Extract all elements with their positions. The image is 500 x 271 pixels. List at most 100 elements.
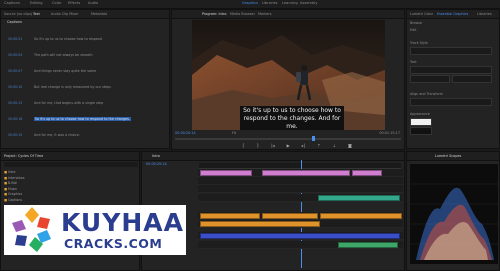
caption-timecode: 00:00:01 [8,37,23,41]
caption-text[interactable]: The path will not always be smooth [34,53,93,57]
lift-icon[interactable]: ⇡ [317,143,320,149]
caption-timecode: 00:00:13 [8,101,23,105]
caption-timecode: 00:00:16 [8,117,23,121]
tab-source[interactable]: Source (no clips) [4,12,32,16]
captions-subtab[interactable]: Captions [7,20,22,24]
caption-row-selected[interactable]: 00:00:16 So it's up to us to choose how … [4,116,166,129]
logo-mark-icon [12,207,51,252]
tab-metadata[interactable]: Metadata [91,12,107,16]
caption-row[interactable]: 00:00:07 And things never stay quite the… [4,68,166,81]
scrub-bar[interactable] [175,138,401,140]
tab-lumetri-color[interactable]: Lumetri Color [410,12,433,16]
mark-in-icon[interactable]: { [242,143,245,149]
menu-libraries[interactable]: Libraries [262,1,278,5]
appearance-label: Appearance [410,112,430,116]
video-clip[interactable] [200,213,260,219]
menu-audio[interactable]: Audio [88,1,98,5]
caption-timecode: 00:00:04 [8,53,23,57]
project-search[interactable] [4,162,138,167]
caption-clip[interactable] [262,170,350,176]
tab-essential-graphics[interactable]: Essential Graphics [437,12,468,16]
watermark-title: KUYHAA [61,208,184,237]
track-style-dropdown[interactable] [410,47,492,55]
caption-line-1: So it's up to us to choose how to [243,107,341,114]
watermark-subtitle: CRACKS.COM [64,236,163,251]
caption-timecode: 00:00:10 [8,85,23,89]
timeline-timecode[interactable]: 00:00:20:14 [146,162,167,166]
caption-timecode: 00:00:19 [8,133,23,137]
menu-editing[interactable]: Editing [30,1,43,5]
caption-overlay[interactable]: So it's up to us to choose how to respon… [240,106,344,130]
right-panel-tabs: Lumetri Color Essential Graphics Librari… [407,10,499,19]
menu-effects[interactable]: Effects [68,1,80,5]
fill-swatch[interactable] [410,118,432,126]
tab-project[interactable]: Project: Cycles Of Time [4,154,43,158]
waveform-scope [410,164,498,264]
tab-lumetri-scopes[interactable]: Lumetri Scopes [435,154,461,158]
caption-text[interactable]: And for me, that begins with a single st… [34,101,103,105]
menu-assembly[interactable]: Assembly [300,1,317,5]
edit-label[interactable]: Edit [410,28,416,32]
tab-media-browser[interactable]: Media Browser [230,12,255,16]
step-back-icon[interactable]: |◂ [271,143,274,149]
text-section-label: Text [410,60,417,64]
playhead[interactable] [312,136,315,141]
lumetri-scopes-panel: Lumetri Scopes [406,151,500,271]
caption-timecode: 00:00:07 [8,69,23,73]
track-style-label: Track Style [410,41,428,45]
video-track-3 [198,177,403,185]
font-dropdown[interactable] [410,66,492,74]
tab-markers[interactable]: Markers [258,12,272,16]
video-clip[interactable] [318,195,400,201]
tab-libraries[interactable]: Libraries [477,12,492,16]
graphics-clip[interactable] [200,221,320,227]
tab-text[interactable]: Text [33,12,40,16]
caption-clip[interactable] [200,170,252,176]
caption-row[interactable]: 00:00:04 The path will not always be smo… [4,52,166,65]
menu-graphics[interactable]: Graphics [242,1,258,5]
font-size-field[interactable] [452,75,492,83]
caption-text[interactable]: And things never stay quite the same [34,69,96,73]
caption-text[interactable]: So it's up to us to choose how to respon… [34,37,102,41]
bin-item[interactable]: ■ Captions [4,198,25,204]
extract-icon[interactable]: ⇣ [333,143,336,149]
text-panel: Source (no clips) Text Audio Clip Mixer … [0,9,170,149]
export-frame-icon[interactable]: ◙ [348,143,352,149]
play-icon[interactable]: ▶ [287,143,290,149]
video-clip[interactable] [262,213,318,219]
font-style-dropdown[interactable] [410,75,450,83]
tab-program[interactable]: Program: Intro [202,12,226,16]
menu-color[interactable]: Color [52,1,61,5]
workspace-bar: Captions Editing Color Effects Audio Gra… [0,0,500,9]
program-tabs: Program: Intro Media Browser Markers [172,10,404,19]
caption-row[interactable]: 00:00:01 So it's up to us to choose how … [4,36,166,49]
mark-out-icon[interactable]: } [257,143,260,149]
text-panel-tabs: Source (no clips) Text Audio Clip Mixer … [1,10,169,19]
program-timecode[interactable]: 00:00:20:14 [175,131,196,135]
video-frame[interactable]: So it's up to us to choose how to respon… [192,20,385,130]
timeline-tabs: Intro [142,152,404,161]
video-track-2 [198,185,403,193]
background-swatch[interactable] [410,127,432,135]
caption-clip[interactable] [352,170,382,176]
tab-audio-mixer[interactable]: Audio Clip Mixer [51,12,78,16]
menu-captions[interactable]: Captions [4,1,20,5]
audio-clip[interactable] [338,242,398,248]
step-forward-icon[interactable]: ▸| [302,143,305,149]
menu-learning[interactable]: Learning [282,1,298,5]
caption-line-2: respond to the changes. And for me. [243,115,341,130]
transport-controls: { } |◂ ▶ ▸| ⇡ ⇣ ◙ [242,143,352,149]
audio-clip[interactable] [200,233,400,239]
caption-text[interactable]: But real change is only measured by our … [34,85,111,89]
tab-sequence[interactable]: Intro [152,154,160,158]
zoom-select[interactable]: Fit [232,131,236,135]
caption-text[interactable]: So it's up to us to choose how to respon… [34,117,131,121]
video-clip[interactable] [320,213,402,219]
caption-row[interactable]: 00:00:13 And for me, that begins with a … [4,100,166,113]
align-transform-label: Align and Transform [410,92,443,96]
caption-row[interactable]: 00:00:19 And for me, it was a choice. [4,132,166,145]
browse-label[interactable]: Browse [410,21,422,25]
align-buttons[interactable] [410,98,492,106]
caption-row[interactable]: 00:00:10 But real change is only measure… [4,84,166,97]
caption-text[interactable]: And for me, it was a choice. [34,133,80,137]
